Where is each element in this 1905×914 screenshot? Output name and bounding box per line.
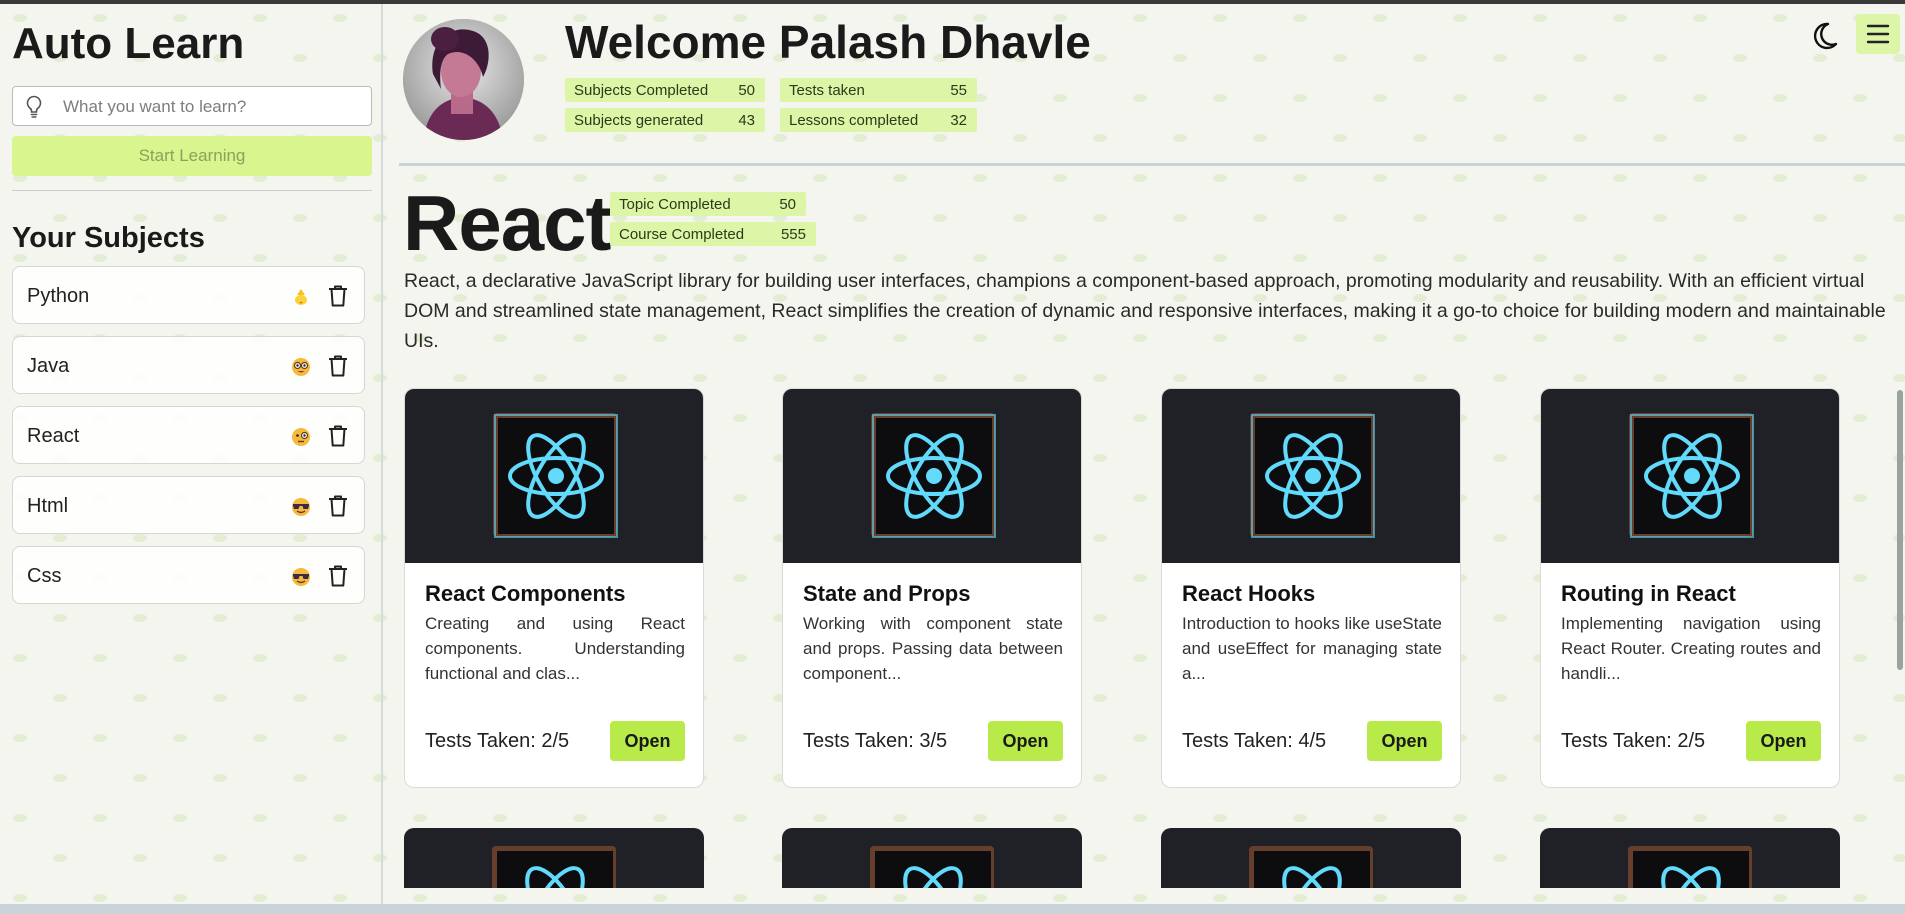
stat-value: 55: [950, 82, 967, 99]
react-logo-icon: [1629, 413, 1754, 538]
avatar: [403, 19, 524, 140]
open-button[interactable]: Open: [988, 721, 1063, 761]
trash-icon[interactable]: [327, 284, 349, 308]
react-logo-icon: [871, 413, 996, 538]
nerd-face-emoji-icon: [292, 358, 310, 376]
stat-course-completed: Course Completed 555: [610, 222, 816, 246]
lesson-card: State and Props Working with component s…: [782, 388, 1082, 788]
card-title: React Hooks: [1182, 581, 1316, 606]
card-image: [783, 389, 1081, 563]
subject-name: Java: [27, 355, 70, 377]
lesson-card-partial: [1540, 828, 1840, 888]
card-tests-taken: Tests Taken: 3/5: [803, 730, 948, 752]
stat-value: 43: [738, 112, 755, 129]
header-divider: [399, 163, 1905, 166]
stat-label: Tests taken: [789, 82, 865, 99]
stat-label: Course Completed: [619, 226, 745, 243]
stat-value: 50: [738, 82, 755, 99]
subject-item-python[interactable]: Python: [12, 266, 365, 324]
stat-tests-taken: Tests taken 55: [780, 78, 977, 102]
lesson-card-partial: [404, 828, 704, 888]
stat-value: 555: [780, 226, 806, 243]
card-image: [405, 389, 703, 563]
react-logo-icon: [1250, 413, 1375, 538]
subject-list: Python Java React Html Css: [12, 266, 365, 616]
topic-title: React: [403, 179, 611, 267]
moon-icon[interactable]: [1808, 20, 1840, 52]
stat-topic-completed: Topic Completed 50: [610, 192, 806, 216]
sidebar: Auto Learn Start Learning Your Subjects …: [0, 4, 383, 904]
subject-name: React: [27, 425, 80, 447]
chick-emoji-icon: [295, 289, 307, 305]
stat-value: 50: [779, 196, 796, 213]
card-title: State and Props: [803, 581, 971, 606]
react-logo-icon: [493, 413, 618, 538]
scrollbar-thumb[interactable]: [1897, 390, 1903, 670]
sunglasses-face-emoji-icon: [292, 568, 310, 586]
stat-label: Lessons completed: [789, 112, 919, 129]
app-title: Auto Learn: [12, 19, 245, 68]
trash-icon[interactable]: [327, 564, 349, 588]
subject-item-java[interactable]: Java: [12, 336, 365, 394]
monocle-face-emoji-icon: [292, 428, 310, 446]
subject-item-html[interactable]: Html: [12, 476, 365, 534]
sidebar-divider: [12, 190, 372, 191]
window-bottom-bar: [0, 904, 1905, 914]
search-input[interactable]: [61, 93, 365, 121]
react-logo-icon: [1249, 846, 1373, 888]
welcome-heading: Welcome Palash Dhavle: [565, 16, 1091, 68]
subject-item-css[interactable]: Css: [12, 546, 365, 604]
subject-name: Html: [27, 495, 69, 517]
card-image: [1162, 389, 1460, 563]
card-title: React Components: [425, 581, 626, 606]
card-tests-taken: Tests Taken: 2/5: [1561, 730, 1706, 752]
stat-label: Topic Completed: [619, 196, 731, 213]
subject-name: Css: [27, 565, 62, 587]
card-image: [1541, 389, 1839, 563]
card-tests-taken: Tests Taken: 4/5: [1182, 730, 1327, 752]
card-description: Creating and using React components. Und…: [425, 614, 685, 683]
lesson-card-partial: [1161, 828, 1461, 888]
subject-name: Python: [27, 285, 90, 307]
trash-icon[interactable]: [327, 424, 349, 448]
card-tests-taken: Tests Taken: 2/5: [425, 730, 570, 752]
hamburger-menu-icon: [1866, 24, 1890, 44]
lesson-card: React Components Creating and using Reac…: [404, 388, 704, 788]
card-description: Implementing navigation using React Rout…: [1561, 614, 1821, 683]
start-learning-button[interactable]: Start Learning: [12, 136, 372, 176]
avatar-portrait-image: [403, 19, 524, 140]
react-logo-icon: [1628, 846, 1752, 888]
trash-icon[interactable]: [327, 494, 349, 518]
search-box[interactable]: [12, 86, 372, 126]
trash-icon[interactable]: [327, 354, 349, 378]
stat-subjects-generated: Subjects generated 43: [565, 108, 765, 132]
open-button[interactable]: Open: [610, 721, 685, 761]
react-logo-icon: [492, 846, 616, 888]
open-button[interactable]: Open: [1367, 721, 1442, 761]
open-button[interactable]: Open: [1746, 721, 1821, 761]
subjects-heading: Your Subjects: [12, 222, 205, 254]
card-description: Introduction to hooks like useState and …: [1182, 614, 1442, 683]
stat-label: Subjects generated: [574, 112, 704, 129]
stat-value: 32: [950, 112, 967, 129]
stat-label: Subjects Completed: [574, 82, 709, 99]
menu-button[interactable]: [1856, 14, 1900, 54]
topic-description: React, a declarative JavaScript library …: [404, 270, 1886, 352]
card-description: Working with component state and props. …: [803, 614, 1063, 683]
react-logo-icon: [870, 846, 994, 888]
lesson-card-partial: [782, 828, 1082, 888]
lesson-card: React Hooks Introduction to hooks like u…: [1161, 388, 1461, 788]
card-title: Routing in React: [1561, 581, 1736, 606]
sunglasses-face-emoji-icon: [292, 498, 310, 516]
stat-lessons-completed: Lessons completed 32: [780, 108, 977, 132]
lightbulb-icon: [26, 95, 42, 118]
lesson-card: Routing in React Implementing navigation…: [1540, 388, 1840, 788]
subject-item-react[interactable]: React: [12, 406, 365, 464]
stat-subjects-completed: Subjects Completed 50: [565, 78, 765, 102]
